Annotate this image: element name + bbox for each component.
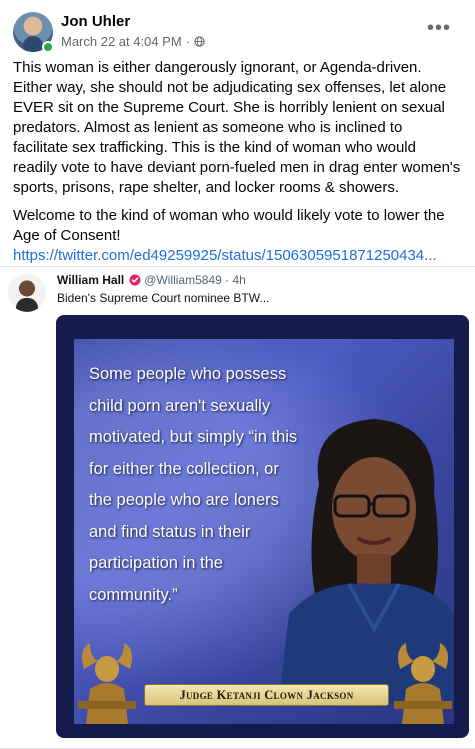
- tweet-author-name[interactable]: William Hall: [57, 273, 124, 287]
- post-paragraph-2: Welcome to the kind of woman who would l…: [13, 207, 445, 244]
- tweet-handle[interactable]: @William5849 · 4h: [144, 273, 246, 287]
- tweet-media[interactable]: Some people who possess child porn aren'…: [56, 315, 469, 738]
- meta-separator: ·: [185, 34, 191, 49]
- verified-badge-icon: [129, 274, 141, 286]
- right-statue-illustration: [394, 643, 452, 724]
- tweet-header: William Hall @William5849 · 4h: [57, 273, 246, 287]
- more-options-icon[interactable]: •••: [427, 18, 451, 38]
- post-timestamp[interactable]: March 22 at 4:04 PM: [61, 34, 182, 49]
- meme-caption-banner: Judge Ketanji Clown Jackson: [144, 684, 389, 706]
- globe-icon[interactable]: [194, 36, 205, 47]
- tweet-text: Biden's Supreme Court nominee BTW...: [57, 291, 270, 305]
- post-paragraph-1: This woman is either dangerously ignoran…: [13, 59, 461, 196]
- divider: [0, 266, 475, 267]
- left-statue-illustration: [78, 643, 136, 724]
- online-status-dot: [42, 41, 54, 53]
- author-name[interactable]: Jon Uhler: [61, 13, 130, 30]
- tweet-link[interactable]: https://twitter.com/ed49259925/status/15…: [13, 246, 461, 266]
- post-text: This woman is either dangerously ignoran…: [13, 58, 461, 266]
- embedded-tweet[interactable]: William Hall @William5849 · 4h Biden's S…: [0, 268, 475, 749]
- post-meta: March 22 at 4:04 PM ·: [61, 34, 205, 49]
- meme-caption: Judge Ketanji Clown Jackson: [179, 687, 354, 702]
- post-header: Jon Uhler March 22 at 4:04 PM · •••: [13, 12, 463, 54]
- meme-image: Some people who possess child porn aren'…: [74, 339, 454, 724]
- meme-quote: Some people who possess child porn aren'…: [89, 365, 298, 604]
- tweet-avatar[interactable]: [8, 274, 46, 312]
